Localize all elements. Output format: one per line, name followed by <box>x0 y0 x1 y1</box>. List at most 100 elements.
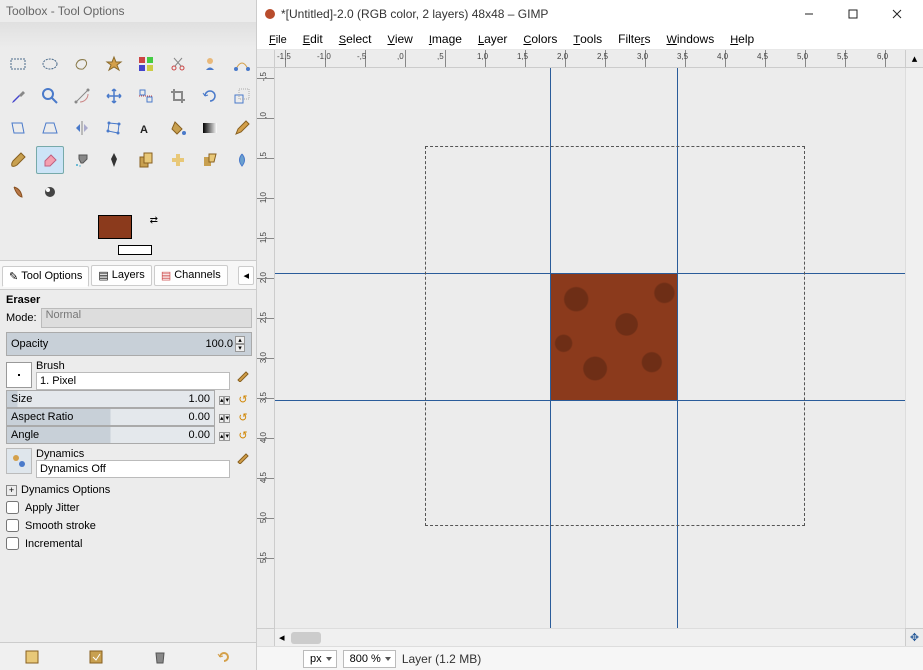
ruler-arrow-button[interactable]: ▴ <box>905 50 923 68</box>
opacity-down[interactable]: ▾ <box>235 344 245 352</box>
tab-tool-options[interactable]: ✎ Tool Options <box>2 266 89 287</box>
save-options-button[interactable] <box>22 647 42 667</box>
smudge-tool[interactable] <box>4 178 32 206</box>
shear-tool[interactable] <box>4 114 32 142</box>
fg-bg-swatches[interactable]: ⇄ <box>98 215 158 255</box>
opacity-up[interactable]: ▴ <box>235 336 245 344</box>
dodge-tool[interactable] <box>36 178 64 206</box>
restore-options-button[interactable] <box>86 647 106 667</box>
blend-tool[interactable] <box>196 114 224 142</box>
brush-edit-button[interactable] <box>234 366 252 384</box>
menu-file[interactable]: File <box>261 29 295 49</box>
zoom-combo[interactable]: 800 % <box>343 650 396 668</box>
angle-reset-button[interactable]: ↺ <box>234 426 252 444</box>
tab-menu-button[interactable]: ◂ <box>238 266 254 285</box>
ink-tool[interactable] <box>100 146 128 174</box>
size-reset-button[interactable]: ↺ <box>234 390 252 408</box>
flip-tool[interactable] <box>68 114 96 142</box>
window-title: *[Untitled]-2.0 (RGB color, 2 layers) 48… <box>281 7 787 21</box>
crop-tool[interactable] <box>164 82 192 110</box>
maximize-button[interactable] <box>831 0 875 28</box>
brush-preview[interactable] <box>6 362 32 388</box>
dynamics-icon[interactable] <box>6 448 32 474</box>
bucket-fill-tool[interactable] <box>164 114 192 142</box>
foreground-color-swatch[interactable] <box>98 215 132 239</box>
measure-tool[interactable] <box>68 82 96 110</box>
horizontal-ruler[interactable]: -1,5-1,0-,5,0,51,01,52,02,53,03,54,04,55… <box>275 50 905 68</box>
incremental-checkbox[interactable] <box>6 537 19 550</box>
opacity-slider[interactable]: Opacity 100.0 ▴ ▾ <box>6 332 252 356</box>
free-select-tool[interactable] <box>68 50 96 78</box>
delete-options-button[interactable] <box>150 647 170 667</box>
heal-tool[interactable] <box>164 146 192 174</box>
apply-jitter-check[interactable]: Apply Jitter <box>6 501 252 514</box>
close-button[interactable] <box>875 0 919 28</box>
menu-filters[interactable]: Filters <box>610 29 658 49</box>
blur-tool[interactable] <box>228 146 256 174</box>
dynamics-options-expander[interactable]: + Dynamics Options <box>6 484 252 496</box>
cage-tool[interactable] <box>100 114 128 142</box>
pencil-tool[interactable] <box>228 114 256 142</box>
fuzzy-select-tool[interactable] <box>100 50 128 78</box>
dynamics-input[interactable] <box>36 460 230 478</box>
horizontal-scrollbar[interactable]: ◂ <box>275 628 905 646</box>
apply-jitter-checkbox[interactable] <box>6 501 19 514</box>
navigation-button[interactable]: ✥ <box>905 628 923 646</box>
menu-view[interactable]: View <box>379 29 420 49</box>
airbrush-tool[interactable] <box>68 146 96 174</box>
dynamics-edit-button[interactable] <box>234 448 252 466</box>
eraser-tool[interactable] <box>36 146 64 174</box>
background-color-swatch[interactable] <box>118 245 152 255</box>
size-slider[interactable]: Size 1.00 <box>6 390 215 408</box>
rotate-tool[interactable] <box>196 82 224 110</box>
angle-stepper[interactable]: ▴▾ <box>219 429 230 441</box>
smooth-stroke-check[interactable]: Smooth stroke <box>6 519 252 532</box>
angle-slider[interactable]: Angle 0.00 <box>6 426 215 444</box>
rect-select-tool[interactable] <box>4 50 32 78</box>
vertical-scrollbar[interactable] <box>905 68 923 628</box>
menu-windows[interactable]: Windows <box>658 29 722 49</box>
brush-name-input[interactable] <box>36 372 230 390</box>
menu-select[interactable]: Select <box>331 29 380 49</box>
aspect-stepper[interactable]: ▴▾ <box>219 411 230 423</box>
scale-tool[interactable] <box>228 82 256 110</box>
paintbrush-tool[interactable] <box>4 146 32 174</box>
reset-options-button[interactable] <box>214 647 234 667</box>
menu-colors[interactable]: Colors <box>515 29 565 49</box>
move-tool[interactable] <box>100 82 128 110</box>
by-color-select-tool[interactable] <box>132 50 160 78</box>
incremental-check[interactable]: Incremental <box>6 537 252 550</box>
scissors-tool[interactable] <box>164 50 192 78</box>
units-combo[interactable]: px <box>303 650 337 668</box>
vertical-ruler[interactable]: -,5,0,51,01,52,02,53,03,54,04,55,05,5 <box>257 68 275 628</box>
tab-layers[interactable]: ▤ Layers <box>91 265 151 286</box>
menu-help[interactable]: Help <box>722 29 762 49</box>
paths-tool[interactable] <box>228 50 256 78</box>
quick-mask-button[interactable] <box>257 628 275 646</box>
aspect-reset-button[interactable]: ↺ <box>234 408 252 426</box>
minimize-button[interactable] <box>787 0 831 28</box>
text-tool[interactable]: A <box>132 114 160 142</box>
menu-image[interactable]: Image <box>421 29 470 49</box>
ellipse-select-tool[interactable] <box>36 50 64 78</box>
align-tool[interactable] <box>132 82 160 110</box>
aspect-slider[interactable]: Aspect Ratio 0.00 <box>6 408 215 426</box>
size-stepper[interactable]: ▴▾ <box>219 393 230 405</box>
perspective-clone-tool[interactable] <box>196 146 224 174</box>
menu-edit[interactable]: Edit <box>295 29 331 49</box>
menu-tools[interactable]: Tools <box>565 29 610 49</box>
swap-colors-icon[interactable]: ⇄ <box>150 215 158 226</box>
canvas[interactable] <box>275 68 905 628</box>
tab-channels[interactable]: ▤ Channels <box>154 265 228 286</box>
dynamics-label: Dynamics <box>36 448 230 460</box>
perspective-tool[interactable] <box>36 114 64 142</box>
color-picker-tool[interactable] <box>4 82 32 110</box>
zoom-tool[interactable] <box>36 82 64 110</box>
smooth-stroke-checkbox[interactable] <box>6 519 19 532</box>
mode-select[interactable]: Normal <box>41 308 252 328</box>
foreground-select-tool[interactable] <box>196 50 224 78</box>
clone-tool[interactable] <box>132 146 160 174</box>
ruler-corner[interactable] <box>257 50 275 68</box>
menu-layer[interactable]: Layer <box>470 29 515 49</box>
opacity-stepper[interactable]: ▴ ▾ <box>235 336 247 352</box>
